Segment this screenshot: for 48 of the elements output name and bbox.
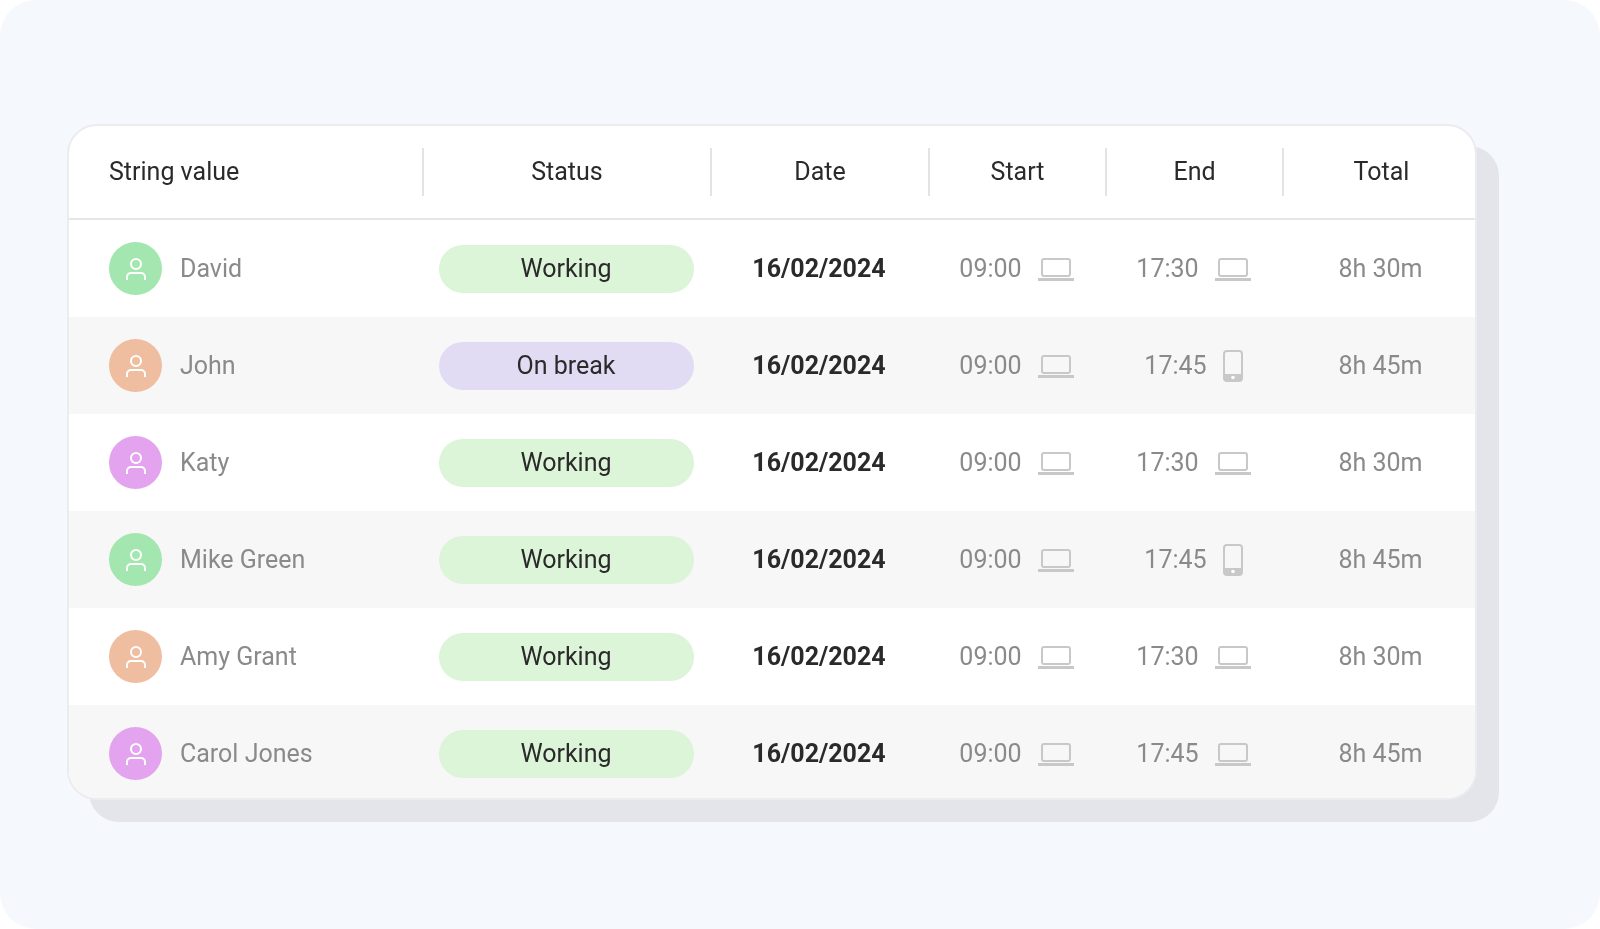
employee-name: Mike Green (180, 543, 306, 576)
employee-name: Carol Jones (180, 737, 313, 770)
time-cell-text: 09:00 (959, 446, 1022, 479)
total-cell-text: 8h 30m (1338, 252, 1423, 285)
time-cell-text: 17:45 (1144, 349, 1207, 382)
column-header: End (1173, 156, 1216, 189)
time-cell-text: 17:30 (1136, 640, 1199, 673)
total-cell-text: 8h 45m (1338, 349, 1423, 382)
time-cell-text: 09:00 (959, 737, 1022, 770)
person-icon (124, 353, 147, 378)
date-cell-text: 16/02/2024 (752, 543, 886, 576)
time-cell-text: 09:00 (959, 252, 1022, 285)
time-cell-text: 09:00 (959, 543, 1022, 576)
status-pill: Working (438, 729, 694, 778)
status-pill: Working (438, 632, 694, 681)
time-cell-text: 09:00 (959, 640, 1022, 673)
date-cell-text: 16/02/2024 (752, 737, 886, 770)
person-icon (124, 547, 147, 572)
column-header: String value (109, 156, 240, 189)
date-cell-text: 16/02/2024 (752, 446, 886, 479)
column-header: Total (1353, 156, 1410, 189)
status-pill: Working (438, 535, 694, 584)
employee-name: Amy Grant (180, 640, 297, 673)
total-cell-text: 8h 30m (1338, 640, 1423, 673)
employee-name: David (180, 252, 243, 285)
person-icon (124, 644, 147, 669)
date-cell-text: 16/02/2024 (752, 349, 886, 382)
column-header: Start (990, 156, 1045, 189)
employee-name: Katy (180, 446, 230, 479)
employee-name: John (180, 349, 236, 382)
status-pill: Working (438, 438, 694, 487)
status-pill: Working (438, 244, 694, 293)
time-cell-text: 17:45 (1144, 543, 1207, 576)
person-icon (124, 256, 147, 281)
date-cell-text: 16/02/2024 (752, 252, 886, 285)
time-cell-text: 09:00 (959, 349, 1022, 382)
time-cell-text: 17:30 (1136, 446, 1199, 479)
person-icon (124, 450, 147, 475)
column-header: Status (531, 156, 603, 189)
time-cell-text: 17:45 (1136, 737, 1199, 770)
date-cell-text: 16/02/2024 (752, 640, 886, 673)
total-cell-text: 8h 45m (1338, 543, 1423, 576)
total-cell-text: 8h 45m (1338, 737, 1423, 770)
status-pill: On break (438, 341, 694, 390)
person-icon (124, 741, 147, 766)
total-cell-text: 8h 30m (1338, 446, 1423, 479)
column-header: Date (794, 156, 846, 189)
time-cell-text: 17:30 (1136, 252, 1199, 285)
